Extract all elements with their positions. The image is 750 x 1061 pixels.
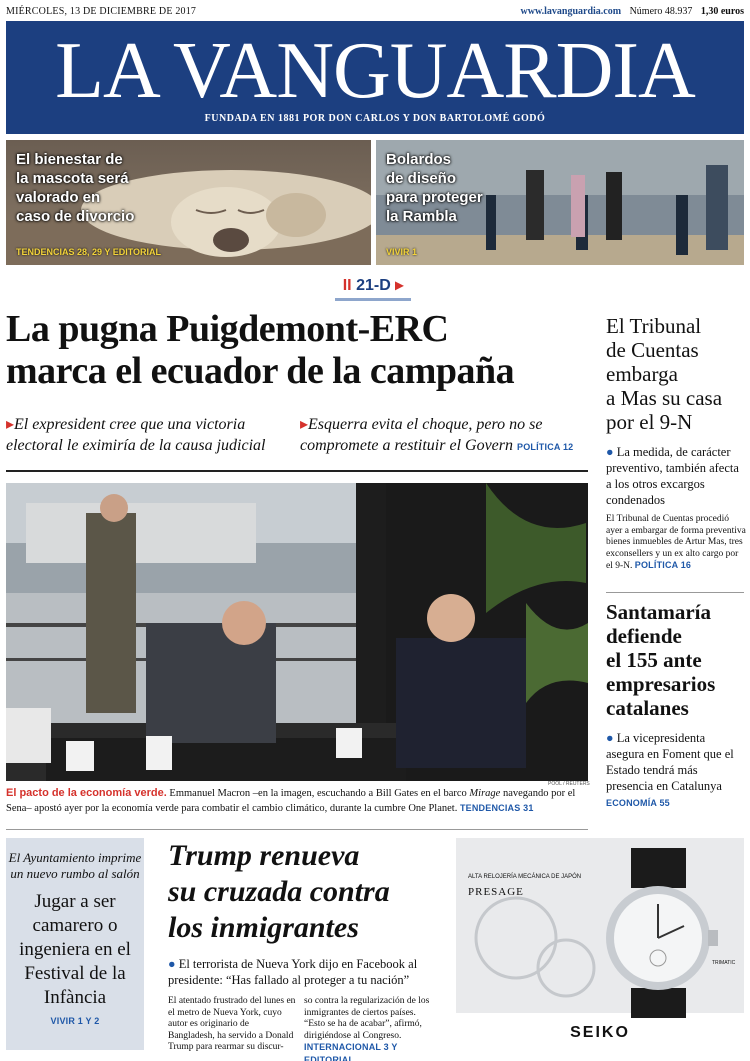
teaser-line: caso de divorcio: [16, 208, 135, 225]
teaser-line: Bolardos: [386, 151, 452, 168]
caption-title: El pacto de la economía verde.: [6, 787, 167, 799]
bullet-text: El terrorista de Nueva York dijo en Face…: [168, 957, 418, 987]
tag-mark: II: [342, 277, 352, 294]
story-body: El Tribunal de Cuentas procedió ayer a e…: [606, 514, 746, 573]
section-ref[interactable]: VIVIR 1 Y 2: [6, 1016, 144, 1026]
divider: [6, 829, 588, 830]
founded-line: FUNDADA EN 1881 POR DON CARLOS Y DON BAR…: [204, 113, 546, 124]
teaser-line: valorado en: [16, 189, 101, 206]
section-ref[interactable]: POLÍTICA 16: [635, 560, 691, 570]
main-headline[interactable]: La pugna Puigdemont-ERC marca el ecuador…: [6, 308, 596, 392]
section-ref[interactable]: INTERNACIONAL 3 Y EDITORIAL: [304, 1042, 397, 1061]
caption-emphasis: Mirage: [469, 788, 501, 799]
body-column: so contra la regularización de los inmig…: [304, 996, 432, 1061]
bullet-text: La vicepresidenta asegura en Foment que …: [606, 731, 734, 793]
story-body: El atentado frustrado del lunes en el me…: [168, 996, 432, 1061]
teaser-headline: El bienestar de la mascota será valorado…: [16, 150, 134, 226]
divider: [6, 470, 588, 472]
headline-line: El Tribunal: [606, 314, 702, 338]
bullet-icon: ●: [606, 731, 617, 745]
headline-line: a Mas su casa: [606, 386, 723, 410]
subhead-text: El expresident cree que una victoria ele…: [6, 416, 266, 454]
macron-gates-photo: [6, 483, 588, 781]
main-subhead-left: ▸El expresident cree que una victoria el…: [6, 414, 296, 456]
story-bullet: ● La vicepresidenta asegura en Foment qu…: [606, 730, 746, 794]
headline-line: el 155 ante: [606, 648, 702, 672]
issue-price: 1,30 euros: [700, 6, 744, 17]
tag-label: 21-D: [356, 277, 391, 294]
headline-line: su cruzada contra: [168, 875, 390, 908]
headline-line: marca el ecuador de la campaña: [6, 350, 515, 392]
teaser-line: El bienestar de: [16, 151, 123, 168]
box-headline: Jugar a ser camarero o ingeniera en el F…: [19, 891, 131, 1008]
headline-line: defiende: [606, 624, 682, 648]
headline-line: los inmigrantes: [168, 911, 359, 944]
section-ref[interactable]: ECONOMÍA 55: [606, 798, 746, 808]
teaser-line: para proteger: [386, 189, 483, 206]
issue-number: Número 48.937: [629, 6, 693, 17]
teaser-pet-divorce[interactable]: El bienestar de la mascota será valorado…: [6, 140, 371, 265]
masthead: LA VANGUARDIA FUNDADA EN 1881 POR DON CA…: [6, 21, 744, 134]
headline-line: La pugna Puigdemont-ERC: [6, 308, 449, 350]
headline-line: de Cuentas: [606, 338, 699, 362]
main-subhead-right: ▸Esquerra evita el choque, pero no se co…: [300, 414, 596, 458]
photo-caption: El pacto de la economía verde. Emmanuel …: [6, 786, 588, 816]
watch-illustration: [456, 838, 744, 1050]
section-ref[interactable]: POLÍTICA 12: [517, 442, 573, 452]
story-bullet: ● El terrorista de Nueva York dijo en Fa…: [168, 956, 432, 988]
festival-box[interactable]: El Ayuntamiento imprime un nuevo rumbo a…: [6, 838, 144, 1050]
caption-text: Emmanuel Macron –en la imagen, escuchand…: [166, 788, 470, 799]
right-story-tribunal[interactable]: El Tribunal de Cuentas embarga a Mas su …: [606, 314, 746, 573]
headline-line: Santamaría: [606, 600, 711, 624]
top-info-line: MIÉRCOLES, 13 DE DICIEMBRE DE 2017 www.l…: [6, 6, 744, 20]
teaser-section: TENDENCIAS 28, 29 Y EDITORIAL: [16, 247, 162, 257]
bullet-icon: ●: [168, 957, 179, 971]
tag-arrow-icon: ▸: [395, 277, 404, 294]
trump-story[interactable]: Trump renueva su cruzada contra los inmi…: [168, 838, 432, 1061]
dial-mark: TRIMATIC: [712, 960, 736, 966]
bullet-icon: ●: [606, 445, 617, 459]
triangle-bullet-icon: ▸: [6, 416, 15, 433]
website-link[interactable]: www.lavanguardia.com: [521, 6, 622, 17]
issue-date: MIÉRCOLES, 13 DE DICIEMBRE DE 2017: [6, 6, 197, 17]
ad-kicker: ALTA RELOJERÍA MECÁNICA DE JAPÓN: [468, 874, 582, 880]
teaser-headline: Bolardos de diseño para proteger la Ramb…: [386, 150, 483, 226]
body-text: so contra la regularización de los inmig…: [304, 996, 430, 1041]
ad-brand-logo: SEIKO: [570, 1024, 630, 1041]
headline-line: empresarios: [606, 672, 716, 696]
story-headline: Trump renueva su cruzada contra los inmi…: [168, 838, 432, 946]
triangle-bullet-icon: ▸: [300, 416, 309, 433]
teaser-section: VIVIR 1: [386, 247, 418, 257]
issue-meta: www.lavanguardia.com Número 48.937 1,30 …: [521, 6, 745, 17]
body-column: El atentado frustrado del lunes en el me…: [168, 996, 296, 1052]
main-photo[interactable]: [6, 483, 588, 781]
section-ref[interactable]: TENDENCIAS 31: [460, 803, 534, 813]
subhead-text: Esquerra evita el choque, pero no se com…: [300, 416, 543, 454]
election-tag[interactable]: II 21-D ▸: [335, 275, 411, 301]
story-headline: El Tribunal de Cuentas embarga a Mas su …: [606, 314, 746, 434]
ad-model: PRESAGE: [468, 886, 524, 898]
story-bullet: ● La medida, de carácter preventivo, tam…: [606, 444, 746, 508]
teaser-line: la Rambla: [386, 208, 457, 225]
divider: [606, 592, 744, 593]
headline-line: Trump renueva: [168, 839, 360, 872]
teaser-rambla-bollards[interactable]: Bolardos de diseño para proteger la Ramb…: [376, 140, 744, 265]
headline-line: embarga: [606, 362, 678, 386]
bullet-text: La medida, de carácter preventivo, tambi…: [606, 445, 739, 507]
seiko-ad[interactable]: ALTA RELOJERÍA MECÁNICA DE JAPÓN PRESAGE…: [456, 838, 744, 1050]
story-headline: Santamaría defiende el 155 ante empresar…: [606, 600, 746, 720]
teaser-line: la mascota será: [16, 170, 129, 187]
teaser-line: de diseño: [386, 170, 457, 187]
newspaper-logo: LA VANGUARDIA: [55, 27, 696, 115]
right-story-santamaria[interactable]: Santamaría defiende el 155 ante empresar…: [606, 600, 746, 808]
headline-line: por el 9-N: [606, 410, 693, 434]
headline-line: catalanes: [606, 696, 689, 720]
box-kicker: El Ayuntamiento imprime un nuevo rumbo a…: [8, 850, 142, 881]
